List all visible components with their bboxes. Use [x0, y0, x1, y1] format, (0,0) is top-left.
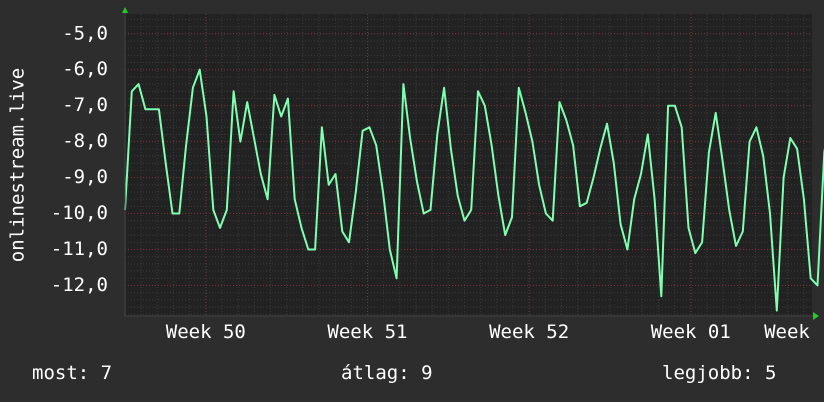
current-value: most: 7 — [32, 362, 113, 384]
y-tick-label: -10,0 — [51, 202, 108, 224]
average-value: átlag: 9 — [341, 362, 433, 384]
x-tick-label: Week 52 — [489, 321, 569, 343]
y-axis-label: onlinestream.live — [7, 68, 29, 262]
y-tick-label: -9,0 — [62, 166, 108, 188]
x-tick-label: Week 50 — [166, 321, 246, 343]
y-tick-label: -11,0 — [51, 238, 108, 260]
chart: -5,0 -6,0 -7,0 -8,0 -9,0 -10,0 -11,0 -12,0 Week… — [7, 7, 824, 343]
y-tick-label: -5,0 — [62, 22, 108, 44]
plot-background — [125, 14, 812, 316]
y-tick-label: -7,0 — [62, 94, 108, 116]
y-tick-label: -8,0 — [62, 130, 108, 152]
y-ticks: -5,0 -6,0 -7,0 -8,0 -9,0 -10,0 -11,0 -12,0 — [51, 22, 108, 296]
y-tick-label: -12,0 — [51, 274, 108, 296]
x-axis-arrow — [813, 312, 819, 320]
x-ticks: Week 50 Week 51 Week 52 Week 01 Week — [166, 321, 811, 343]
x-tick-label: Week 01 — [651, 321, 731, 343]
x-tick-label: Week — [764, 321, 810, 343]
x-tick-label: Week 51 — [327, 321, 407, 343]
best-value: legjobb: 5 — [662, 362, 777, 384]
y-tick-label: -6,0 — [62, 58, 108, 80]
y-axis-arrow — [122, 7, 128, 13]
